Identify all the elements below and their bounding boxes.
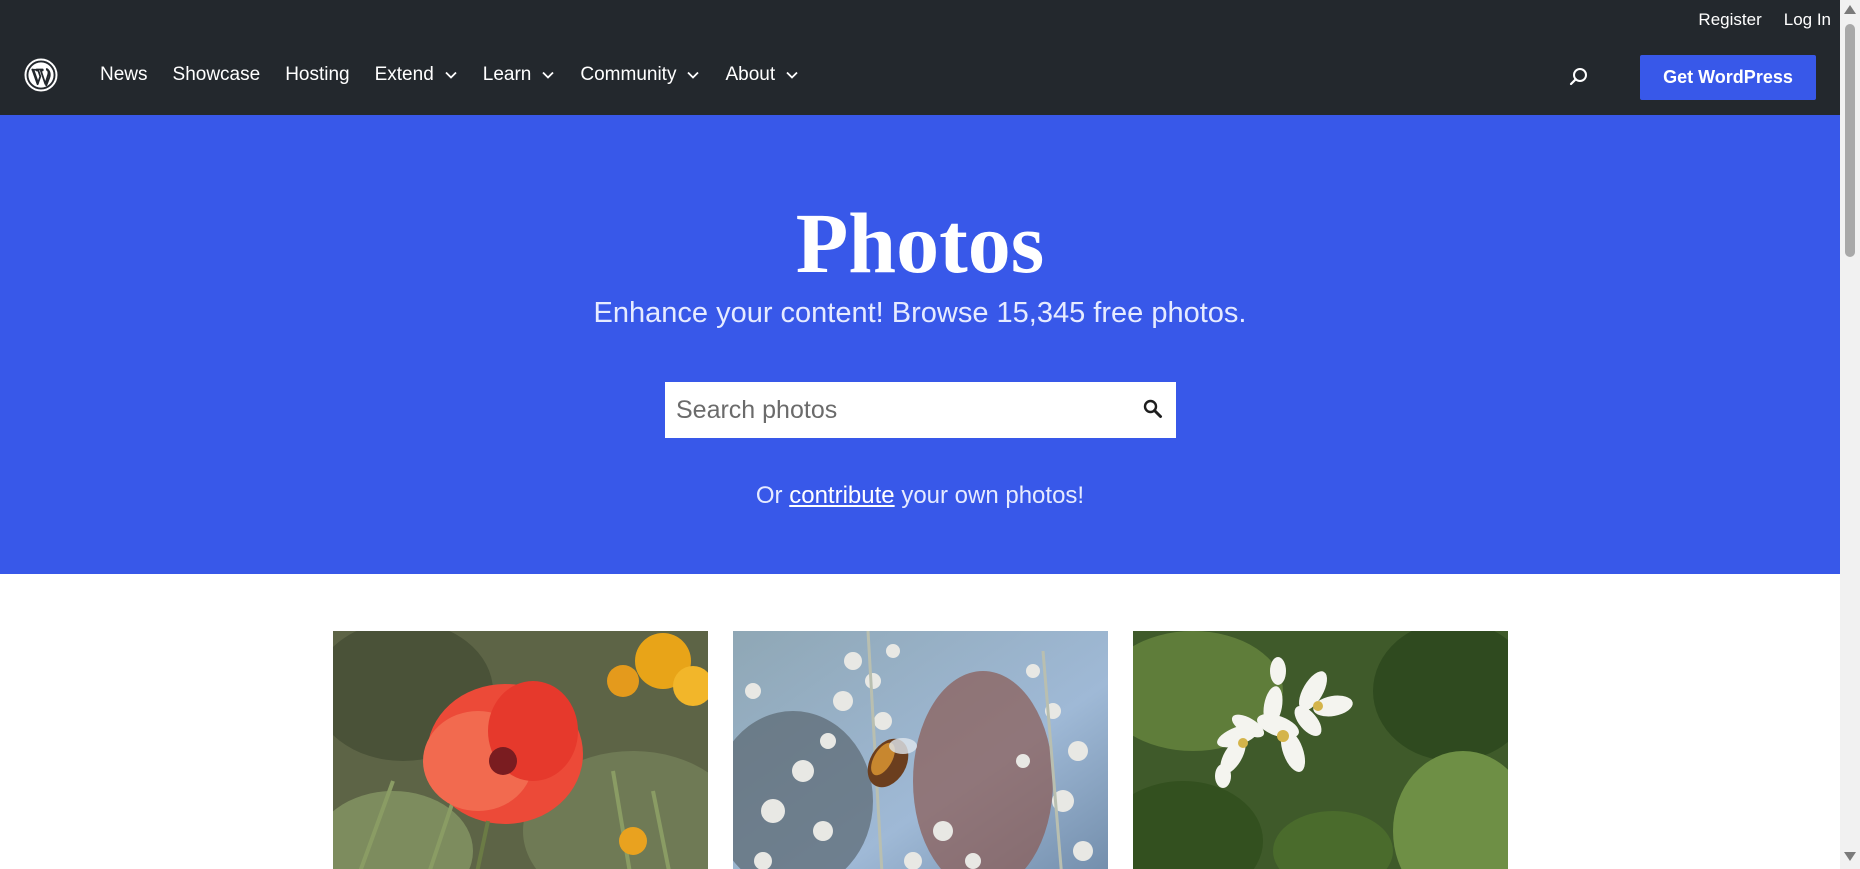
nav-hosting[interactable]: Hosting xyxy=(285,64,349,86)
contribute-suffix: your own photos! xyxy=(901,482,1085,509)
hero-subtitle: Enhance your content! Browse 15,345 free… xyxy=(593,297,1247,329)
photo-card[interactable] xyxy=(333,631,708,869)
photo-grid xyxy=(333,631,1508,869)
contribute-link[interactable]: contribute xyxy=(789,482,894,509)
photo-red-poppy xyxy=(333,631,708,869)
nav-community[interactable]: Community xyxy=(580,64,700,86)
contribute-text: Or contribute your own photos! xyxy=(0,482,1840,510)
chevron-down-icon xyxy=(445,71,457,79)
contribute-prefix: Or xyxy=(755,482,783,509)
register-link[interactable]: Register xyxy=(1698,10,1761,30)
search-icon[interactable] xyxy=(1568,66,1590,88)
photo-search-form xyxy=(665,382,1176,438)
nav-showcase-label: Showcase xyxy=(172,64,261,85)
utility-links: Register Log In xyxy=(1698,10,1831,30)
vertical-scrollbar[interactable] xyxy=(1840,0,1860,869)
chevron-down-icon xyxy=(687,71,700,79)
photo-bee-blossoms xyxy=(733,631,1108,869)
search-photos-input[interactable] xyxy=(665,382,1125,438)
nav-extend-label: Extend xyxy=(374,64,434,85)
nav-hosting-label: Hosting xyxy=(285,64,350,85)
hero-section: Photos Enhance your content! Browse 15,3… xyxy=(0,115,1840,574)
nav-news[interactable]: News xyxy=(100,64,148,86)
nav-community-label: Community xyxy=(580,64,677,85)
nav-about[interactable]: About xyxy=(725,64,799,86)
get-wordpress-button[interactable]: Get WordPress xyxy=(1640,55,1816,100)
nav-extend[interactable]: Extend xyxy=(375,64,458,86)
nav-learn[interactable]: Learn xyxy=(483,64,556,86)
photo-card[interactable] xyxy=(733,631,1108,869)
global-header: Register Log In News Showcase Hosting Ex… xyxy=(0,0,1840,115)
scroll-up-arrow-icon[interactable] xyxy=(1844,5,1856,14)
photo-orange-blossoms xyxy=(1133,631,1508,869)
nav-news-label: News xyxy=(100,64,148,85)
chevron-down-icon xyxy=(542,71,555,79)
login-link[interactable]: Log In xyxy=(1784,10,1831,30)
page-title: Photos xyxy=(795,195,1045,291)
search-submit-icon[interactable] xyxy=(1142,398,1164,420)
main-nav: News Showcase Hosting Extend Learn Commu… xyxy=(100,64,824,86)
nav-showcase[interactable]: Showcase xyxy=(173,64,261,86)
photo-card[interactable] xyxy=(1133,631,1508,869)
page: Register Log In News Showcase Hosting Ex… xyxy=(0,0,1840,869)
wordpress-logo-icon[interactable] xyxy=(24,58,58,92)
chevron-down-icon xyxy=(786,71,798,79)
nav-learn-label: Learn xyxy=(482,64,532,85)
scrollbar-thumb[interactable] xyxy=(1845,24,1855,257)
scroll-down-arrow-icon[interactable] xyxy=(1844,852,1856,861)
nav-about-label: About xyxy=(725,64,776,85)
